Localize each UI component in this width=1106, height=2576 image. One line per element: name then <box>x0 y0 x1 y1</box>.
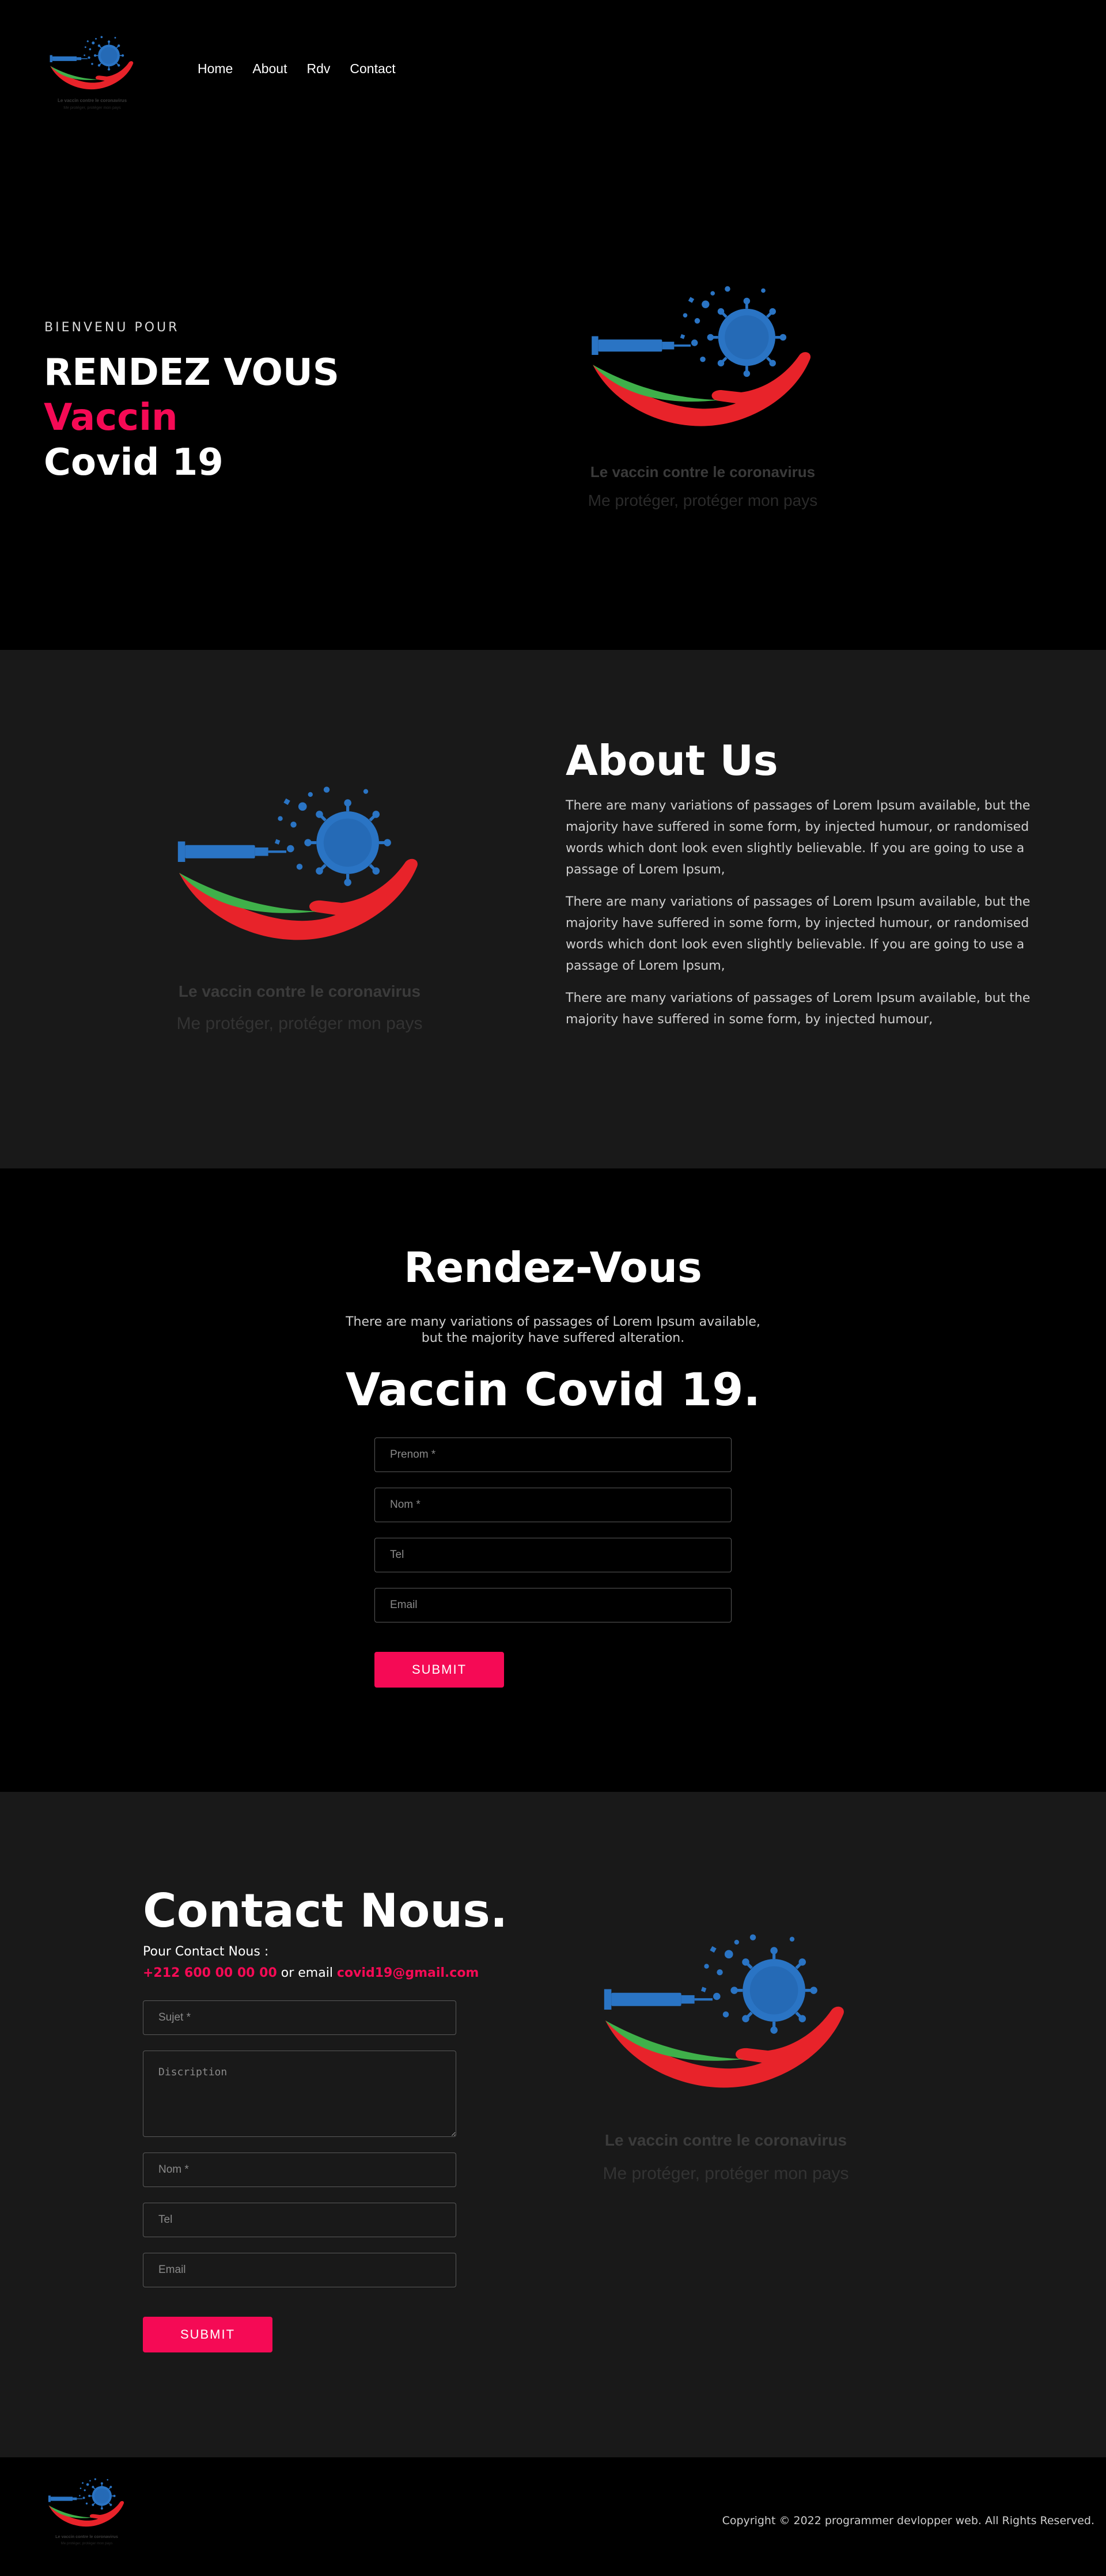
rdv-lead-line2: but the majority have suffered alteratio… <box>421 1331 685 1345</box>
rdv-subtitle: Vaccin Covid 19. <box>345 1364 761 1416</box>
footer-logo-caption-2: Me protéger, protéger mon pays <box>60 2541 112 2545</box>
copyright: Copyright © 2022 programmer devlopper we… <box>722 2514 1094 2527</box>
main-nav: Home About Rdv Contact <box>198 61 396 77</box>
about-paragraph: There are many variations of passages of… <box>566 895 1031 973</box>
nav-rdv[interactable]: Rdv <box>306 61 330 77</box>
nav-contact[interactable]: Contact <box>350 61 395 77</box>
hero-art-caption-1: Le vaccin contre le coronavirus <box>590 463 815 481</box>
about-art-caption-2: Me protéger, protéger mon pays <box>177 1014 423 1033</box>
contact-info-line: +212 600 00 00 00 or email covid19@gmail… <box>143 1966 479 1980</box>
nom-field[interactable] <box>374 1488 732 1522</box>
footer-logo[interactable]: Le vaccin contre le coronavirus Me proté… <box>45 2475 128 2552</box>
logo[interactable]: Le vaccin contre le coronavirus Me proté… <box>46 35 138 115</box>
contact-tel-field[interactable] <box>143 2203 456 2237</box>
contact-section: Contact Nous. Pour Contact Nous : +212 6… <box>0 1792 1106 2457</box>
sujet-field[interactable] <box>143 2000 456 2035</box>
discription-field[interactable] <box>143 2051 456 2137</box>
hero-eyebrow: BIENVENU POUR <box>44 320 180 335</box>
site-header: Le vaccin contre le coronavirus Me proté… <box>0 0 1106 138</box>
about-art-caption-1: Le vaccin contre le coronavirus <box>179 982 421 1000</box>
rdv-title: Rendez-Vous <box>404 1243 702 1292</box>
contact-art-caption-2: Me protéger, protéger mon pays <box>603 2164 849 2183</box>
tel-field[interactable] <box>374 1538 732 1572</box>
contact-nom-field[interactable] <box>143 2153 456 2187</box>
hero-title-line1: RENDEZ VOUS <box>44 351 339 394</box>
hero-title: RENDEZ VOUS Vaccin Covid 19 <box>44 350 339 485</box>
logo-caption-1: Le vaccin contre le coronavirus <box>58 98 127 103</box>
contact-art-caption-1: Le vaccin contre le coronavirus <box>605 2131 847 2149</box>
contact-or-email: or email <box>276 1966 337 1980</box>
hero-title-line2: Vaccin <box>44 396 178 439</box>
about-paragraph: There are many variations of passages of… <box>566 799 1031 877</box>
rdv-lead: There are many variations of passages of… <box>323 1314 783 1346</box>
email-field[interactable] <box>374 1588 732 1622</box>
contact-phone[interactable]: +212 600 00 00 00 <box>143 1966 277 1980</box>
contact-title: Contact Nous. <box>143 1884 508 1938</box>
about-vaccine-illustration: Le vaccin contre le coronavirus Me proté… <box>161 782 423 1033</box>
hero-title-line3: Covid 19 <box>44 441 224 484</box>
logo-caption-2: Me protéger, protéger mon pays <box>63 106 121 110</box>
nav-about[interactable]: About <box>252 61 287 77</box>
contact-intro: Pour Contact Nous : <box>143 1945 269 1959</box>
about-section: Le vaccin contre le coronavirus Me proté… <box>0 650 1106 1168</box>
site-footer: Le vaccin contre le coronavirus Me proté… <box>0 2457 1106 2576</box>
rdv-submit-button[interactable]: SUBMIT <box>374 1652 504 1688</box>
hero-section: BIENVENU POUR RENDEZ VOUS Vaccin Covid 1… <box>0 138 1106 650</box>
contact-form: SUBMIT <box>143 2000 456 2352</box>
about-title: About Us <box>566 736 778 785</box>
about-paragraphs: There are many variations of passages of… <box>566 795 1044 1041</box>
rdv-form: SUBMIT <box>374 1438 732 1688</box>
about-paragraph: There are many variations of passages of… <box>566 991 1031 1027</box>
contact-submit-button[interactable]: SUBMIT <box>143 2317 272 2352</box>
rdv-lead-line1: There are many variations of passages of… <box>346 1315 760 1329</box>
hero-art-caption-2: Me protéger, protéger mon pays <box>588 491 817 509</box>
prenom-field[interactable] <box>374 1438 732 1472</box>
nav-home[interactable]: Home <box>198 61 233 77</box>
hero-vaccine-illustration: Le vaccin contre le coronavirus Me proté… <box>588 282 817 509</box>
contact-email-field[interactable] <box>143 2253 456 2287</box>
rdv-section: Rendez-Vous There are many variations of… <box>0 1168 1106 1792</box>
contact-email[interactable]: covid19@gmail.com <box>337 1966 479 1980</box>
footer-logo-caption-1: Le vaccin contre le coronavirus <box>55 2534 118 2539</box>
contact-vaccine-illustration: Le vaccin contre le coronavirus Me proté… <box>588 1930 849 2183</box>
